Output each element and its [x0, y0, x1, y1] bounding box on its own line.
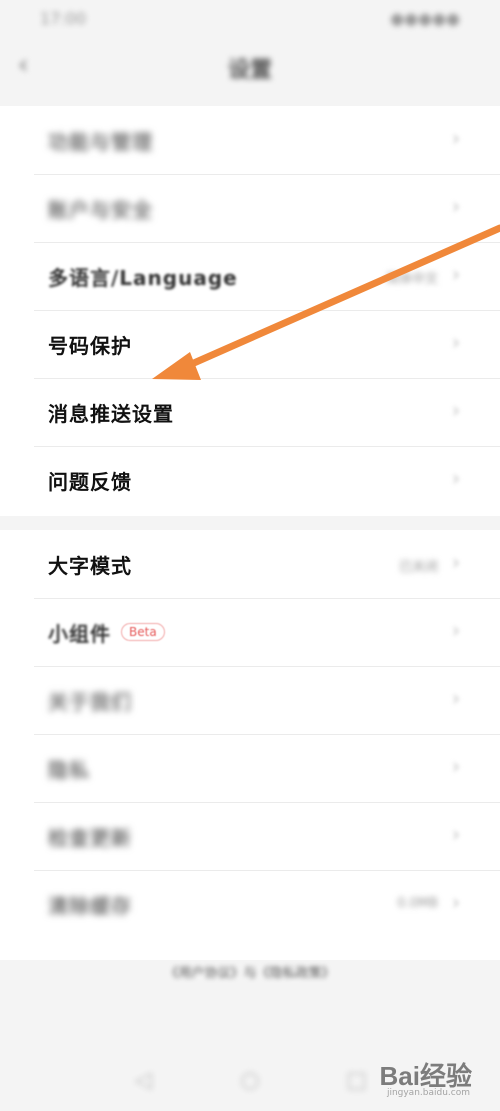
chevron-right-icon: › — [452, 330, 460, 354]
settings-item-about[interactable]: 关于我们 › — [34, 666, 500, 734]
header: ‹ 设置 — [0, 36, 500, 96]
chevron-right-icon: › — [452, 398, 460, 422]
settings-item-feature-management[interactable]: 功能与管理 › — [48, 106, 466, 174]
watermark-sub: jingyan.baidu.com — [386, 1088, 470, 1098]
settings-item-label: 号码保护 — [48, 333, 132, 358]
chevron-right-icon: › — [452, 126, 460, 150]
settings-group-1: 功能与管理 › 账户与安全 › 多语言/Language 简体中文 › 号码保护… — [0, 106, 500, 516]
settings-item-account-security[interactable]: 账户与安全 › — [34, 174, 500, 242]
chevron-right-icon: › — [452, 618, 460, 642]
nav-home-icon[interactable]: ○ — [237, 1068, 263, 1094]
settings-item-widget[interactable]: 小组件 Beta › — [34, 598, 500, 666]
status-bar: 17:00 ●●●●● — [0, 0, 500, 36]
footer-agreement-links[interactable]: 《用户协议》与《隐私政策》 — [0, 962, 500, 981]
chevron-right-icon: › — [452, 262, 460, 286]
settings-item-privacy[interactable]: 隐私 › — [34, 734, 500, 802]
settings-item-number-protection[interactable]: 号码保护 › — [34, 310, 500, 378]
chevron-right-icon: › — [452, 466, 460, 490]
settings-item-clear-cache[interactable]: 清除缓存 0.0MB › — [34, 870, 500, 938]
settings-item-label: 问题反馈 — [48, 469, 132, 494]
settings-item-check-update[interactable]: 检查更新 › — [34, 802, 500, 870]
settings-item-label: 功能与管理 — [48, 129, 153, 154]
settings-item-push-settings[interactable]: 消息推送设置 › — [34, 378, 500, 446]
beta-badge: Beta — [121, 623, 165, 641]
settings-item-label: 检查更新 — [48, 825, 132, 850]
chevron-right-icon: › — [452, 890, 460, 914]
chevron-right-icon: › — [452, 550, 460, 574]
baidu-jingyan-watermark: Bai经验 jingyan.baidu.com — [380, 1056, 472, 1098]
settings-item-label: 多语言/Language — [48, 265, 238, 290]
nav-back-icon[interactable]: ◁ — [130, 1068, 156, 1094]
settings-item-label: 清除缓存 — [48, 893, 132, 918]
settings-item-large-font[interactable]: 大字模式 已关闭 › — [48, 530, 466, 598]
settings-item-value: 已关闭 — [398, 560, 438, 575]
settings-group-2: 大字模式 已关闭 › 小组件 Beta › 关于我们 › 隐私 › 检查更新 ›… — [0, 530, 500, 960]
settings-item-label: 隐私 — [48, 757, 90, 782]
nav-recents-icon[interactable]: □ — [344, 1068, 370, 1094]
chevron-right-icon: › — [452, 194, 460, 218]
settings-item-label: 关于我们 — [48, 689, 132, 714]
settings-item-language[interactable]: 多语言/Language 简体中文 › — [34, 242, 500, 310]
page-title: 设置 — [227, 58, 272, 83]
settings-item-value: 简体中文 — [385, 272, 438, 287]
status-indicators: ●●●●● — [390, 8, 460, 28]
chevron-right-icon: › — [452, 754, 460, 778]
settings-item-label: 账户与安全 — [48, 197, 153, 222]
settings-item-label: 小组件 — [48, 621, 111, 646]
settings-item-value: 0.0MB — [397, 896, 438, 911]
settings-item-label: 消息推送设置 — [48, 401, 174, 426]
status-time: 17:00 — [40, 8, 87, 28]
chevron-right-icon: › — [452, 686, 460, 710]
settings-item-label: 大字模式 — [48, 553, 132, 578]
settings-item-feedback[interactable]: 问题反馈 › — [34, 446, 500, 514]
chevron-right-icon: › — [452, 822, 460, 846]
